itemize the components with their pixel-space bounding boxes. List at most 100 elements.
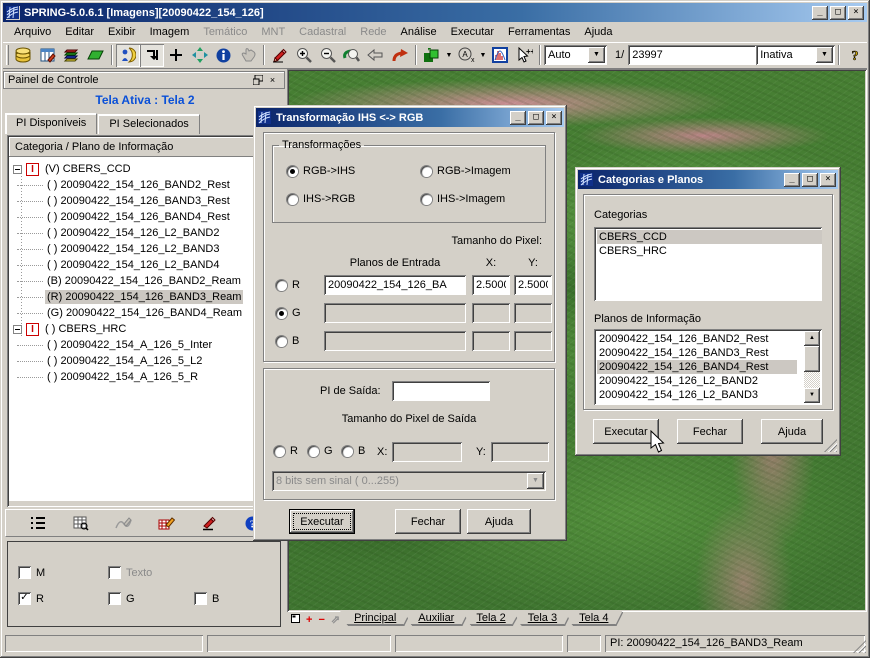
matrix-edit-icon[interactable] <box>154 511 180 535</box>
minimize-button[interactable]: _ <box>812 6 828 20</box>
state-combo[interactable]: Inativa ▼ <box>756 45 835 65</box>
compose-image-icon[interactable] <box>420 44 444 67</box>
categories-list[interactable]: CBERS_CCD CBERS_HRC <box>594 227 822 301</box>
r-pixel-x-field[interactable] <box>472 275 510 295</box>
output-x-field[interactable] <box>392 442 462 462</box>
zoom-out-icon[interactable] <box>316 44 340 67</box>
scroll-up-icon[interactable]: ▲ <box>804 331 820 346</box>
cursor-info-mode-icon[interactable] <box>116 44 140 67</box>
checkbox-r[interactable]: ✓ R <box>18 592 44 605</box>
screen-frame-icon[interactable] <box>291 614 300 626</box>
zoom-in-icon[interactable] <box>292 44 316 67</box>
plane-icon[interactable] <box>84 44 108 67</box>
toolbar-handle[interactable] <box>6 45 9 65</box>
compose-dropdown-arrow[interactable]: ▼ <box>444 44 454 67</box>
combo-dropdown-arrow[interactable]: ▼ <box>816 47 833 63</box>
edit-pencil-icon[interactable] <box>268 44 292 67</box>
close-button[interactable]: × <box>820 173 836 187</box>
tree-row[interactable]: ( ) 20090422_154_A_126_5_L2 <box>9 353 281 369</box>
list-item-selected[interactable]: 20090422_154_126_BAND4_Rest <box>597 360 797 374</box>
menu-exibir[interactable]: Exibir <box>101 23 143 41</box>
add-screen-icon[interactable]: + <box>306 614 312 626</box>
scroll-thumb[interactable] <box>804 346 820 372</box>
tree-row[interactable]: ( ) 20090422_154_126_BAND2_Rest <box>9 177 281 193</box>
combo-dropdown-arrow[interactable]: ▼ <box>588 47 605 63</box>
r-pixel-y-field[interactable] <box>514 275 552 295</box>
menu-analise[interactable]: Análise <box>394 23 444 41</box>
output-y-field[interactable] <box>491 442 549 462</box>
tree-row[interactable]: I (V) CBERS_CCD <box>9 161 281 177</box>
ihs-fechar-button[interactable]: Fechar <box>395 509 461 534</box>
radio-ihs-to-rgb[interactable]: IHS->RGB <box>287 193 355 205</box>
minimize-button[interactable]: _ <box>510 111 526 125</box>
dialog-resize-grip[interactable] <box>824 439 837 452</box>
planes-scrollbar[interactable]: ▲ ▼ <box>804 331 820 403</box>
checkbox-box[interactable]: ✓ <box>18 592 31 605</box>
list-item-selected[interactable]: CBERS_CCD <box>597 230 822 244</box>
ihs-executar-button[interactable]: Executar <box>289 509 355 534</box>
scale-value-field[interactable] <box>628 45 756 65</box>
radio-out-r[interactable]: R <box>274 445 298 457</box>
dock-corner-icon[interactable] <box>140 44 164 67</box>
categories-fechar-button[interactable]: Fechar <box>677 419 743 444</box>
menu-imagem[interactable]: Imagem <box>143 23 197 41</box>
checkbox-box[interactable] <box>18 566 31 579</box>
categories-ajuda-button[interactable]: Ajuda <box>761 419 823 444</box>
scale-dropdown-arrow[interactable]: ▼ <box>478 44 488 67</box>
checkbox-m[interactable]: M <box>18 566 45 579</box>
b-plane-field[interactable] <box>324 331 466 351</box>
radio-rgb-to-ihs[interactable]: RGB->IHS <box>287 165 355 177</box>
checkbox-g[interactable]: G <box>108 592 135 605</box>
zoom-select-icon[interactable] <box>340 44 364 67</box>
list-item[interactable]: 20090422_154_126_BAND2_Rest <box>597 332 797 346</box>
histogram-icon[interactable] <box>488 44 512 67</box>
tab-pi-selecionados[interactable]: PI Selecionados <box>98 114 200 134</box>
menu-executar[interactable]: Executar <box>444 23 501 41</box>
list-item[interactable]: 20090422_154_126_BAND3_Rest <box>597 346 797 360</box>
maximize-button[interactable]: □ <box>528 111 544 125</box>
collapse-icon[interactable] <box>13 165 22 174</box>
project-table-icon[interactable] <box>36 44 60 67</box>
tree-row-selected[interactable]: (R) 20090422_154_126_BAND3_Ream <box>9 289 281 305</box>
help-icon[interactable]: ? <box>843 44 867 67</box>
pan-arrows-icon[interactable] <box>188 44 212 67</box>
database-icon[interactable] <box>12 44 36 67</box>
planes-list[interactable]: 20090422_154_126_BAND2_Rest 20090422_154… <box>594 329 822 405</box>
pi-tree-header[interactable]: Categoria / Plano de Informação <box>9 137 281 157</box>
ihs-dialog-titlebar[interactable]: Transformação IHS <-> RGB _ □ × <box>256 108 564 127</box>
menu-ferramentas[interactable]: Ferramentas <box>501 23 577 41</box>
checkbox-box[interactable] <box>194 592 207 605</box>
list-item[interactable]: CBERS_HRC <box>597 244 822 258</box>
radio-out-g[interactable]: G <box>308 445 333 457</box>
remove-screen-icon[interactable]: − <box>318 614 324 626</box>
menu-arquivo[interactable]: Arquivo <box>7 23 58 41</box>
info-icon[interactable] <box>212 44 236 67</box>
close-button[interactable]: × <box>848 6 864 20</box>
contrast-pencil-icon[interactable] <box>197 511 223 535</box>
radio-band-g[interactable]: G <box>276 307 301 319</box>
layers-icon[interactable] <box>60 44 84 67</box>
zoom-mode-combo[interactable]: Auto ▼ <box>544 45 607 65</box>
radio-band-b[interactable]: B <box>276 335 299 347</box>
tab-pi-disponiveis[interactable]: PI Disponíveis <box>5 113 97 134</box>
list-item[interactable]: 20090422_154_126_L2_BAND2 <box>597 374 797 388</box>
tree-row[interactable]: ( ) 20090422_154_126_BAND3_Rest <box>9 193 281 209</box>
radio-out-b[interactable]: B <box>342 445 365 457</box>
scroll-down-icon[interactable]: ▼ <box>804 388 820 403</box>
cursor-add-icon[interactable]: ++ <box>512 44 536 67</box>
checkbox-box[interactable] <box>108 592 121 605</box>
tree-row[interactable]: (B) 20090422_154_126_BAND2_Ream <box>9 273 281 289</box>
minimize-button[interactable]: _ <box>784 173 800 187</box>
tree-row[interactable]: ( ) 20090422_154_A_126_5_Inter <box>9 337 281 353</box>
tab-tela-2[interactable]: Tela 2 <box>462 611 519 625</box>
back-arrow-icon[interactable] <box>364 44 388 67</box>
list-item[interactable]: 20090422_154_126_L2_BAND3 <box>597 388 797 402</box>
menu-editar[interactable]: Editar <box>58 23 101 41</box>
undo-icon[interactable] <box>388 44 412 67</box>
close-button[interactable]: × <box>546 111 562 125</box>
tree-row[interactable]: ( ) 20090422_154_126_L2_BAND2 <box>9 225 281 241</box>
tree-row[interactable]: I ( ) CBERS_HRC <box>9 321 281 337</box>
tab-principal[interactable]: Principal <box>340 611 410 625</box>
radio-rgb-to-imagem[interactable]: RGB->Imagem <box>421 165 511 177</box>
float-panel-icon[interactable] <box>250 74 265 87</box>
